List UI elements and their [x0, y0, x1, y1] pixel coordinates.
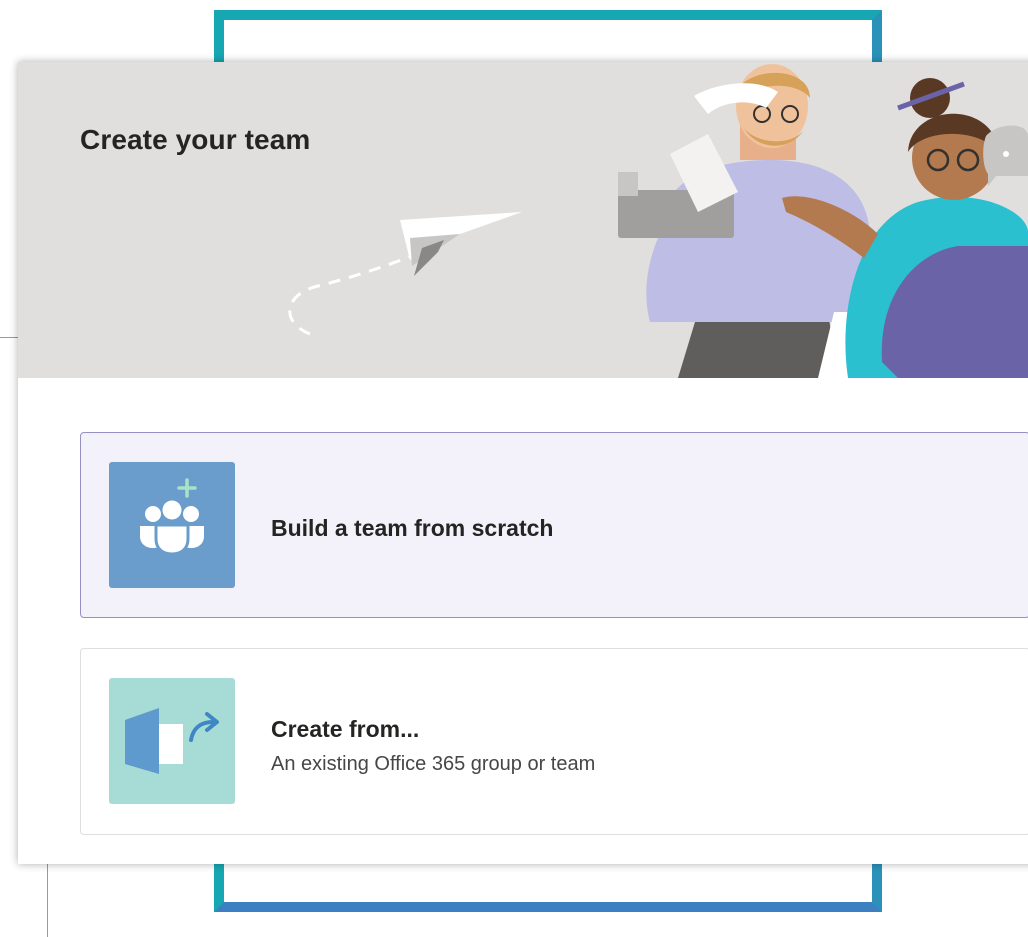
build-from-scratch-option[interactable]: Build a team from scratch [80, 432, 1028, 618]
team-tile [109, 462, 235, 588]
header-illustration [288, 64, 1028, 378]
option-title: Create from... [271, 716, 420, 742]
existing-group-tile [109, 678, 235, 804]
dialog-title: Create your team [80, 124, 311, 155]
create-from-existing-option[interactable]: Create from... An existing Office 365 gr… [80, 648, 1028, 835]
option-text: Build a team from scratch [271, 515, 553, 542]
option-title: Build a team from scratch [271, 515, 554, 541]
paper-plane-icon [288, 212, 522, 336]
dialog-header: Create your team [18, 62, 1028, 378]
create-team-dialog: Create your team Build a team from scrat… [18, 62, 1028, 864]
existing-group-icon [125, 708, 219, 774]
team-add-icon [140, 478, 204, 556]
option-text: Create from... An existing Office 365 gr… [271, 716, 595, 776]
option-subtitle: An existing Office 365 group or team [271, 753, 596, 775]
